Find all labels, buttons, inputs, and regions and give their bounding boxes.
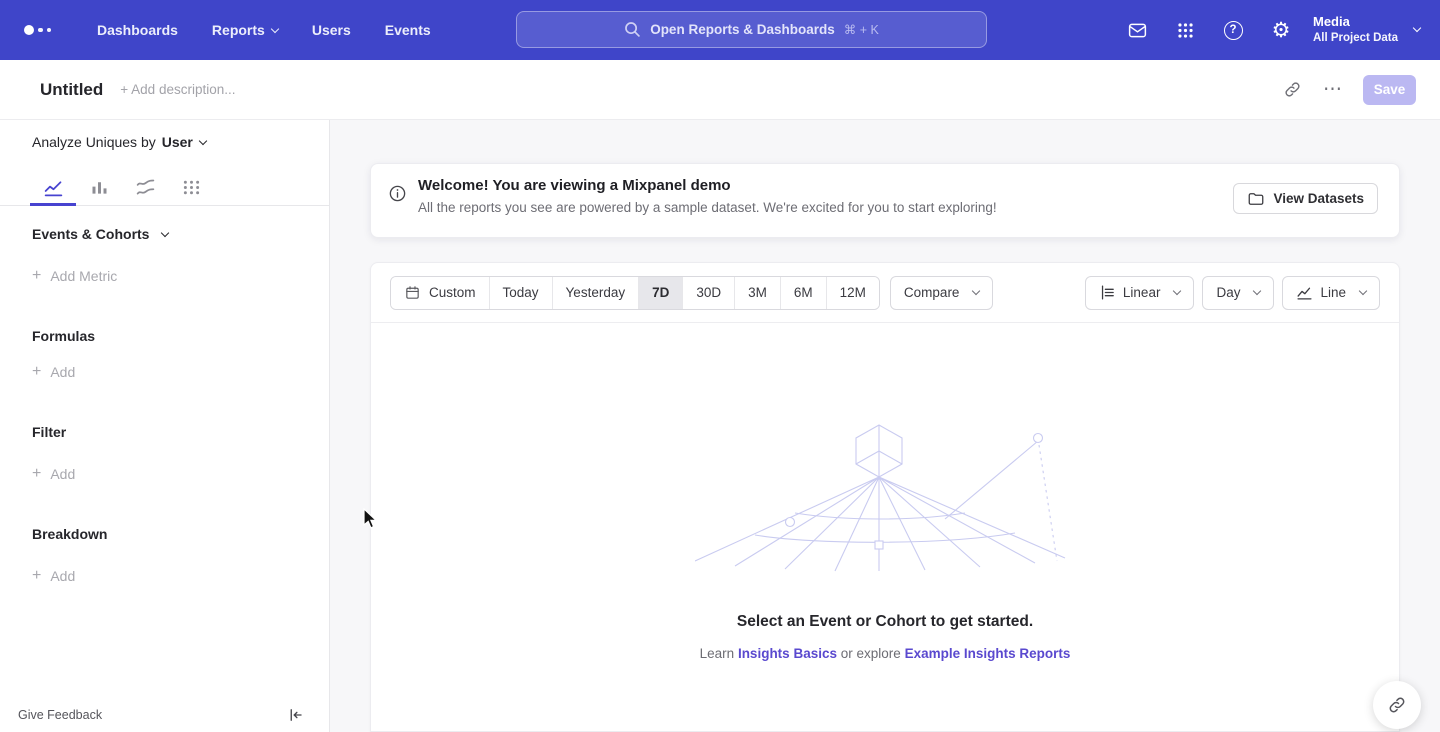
help-icon[interactable]: ? <box>1221 18 1245 42</box>
search-shortcut: ⌘ + K <box>844 22 879 37</box>
plus-icon: + <box>32 364 41 380</box>
nav-events[interactable]: Events <box>368 0 448 60</box>
search-icon <box>624 21 641 38</box>
mixpanel-logo-icon[interactable] <box>24 25 58 35</box>
logo-dot <box>24 25 34 35</box>
demo-welcome-banner: Welcome! You are viewing a Mixpanel demo… <box>370 163 1400 238</box>
date-range-3m[interactable]: 3M <box>734 277 780 309</box>
linear-scale-icon <box>1099 284 1116 301</box>
collapse-sidebar-icon[interactable] <box>286 706 304 724</box>
chevron-down-icon <box>972 287 980 295</box>
messages-icon[interactable] <box>1125 18 1149 42</box>
chart-tab-grid[interactable] <box>168 170 214 206</box>
granularity-dropdown[interactable]: Day <box>1202 276 1274 310</box>
analyze-uniques-row: Analyze Uniques by User <box>32 134 206 150</box>
view-datasets-button[interactable]: View Datasets <box>1233 183 1378 214</box>
link-icon <box>1387 695 1407 715</box>
breakdown-section: Breakdown <box>32 526 107 542</box>
chevron-down-icon <box>161 228 169 236</box>
chevron-down-icon <box>1359 287 1367 295</box>
report-header-actions: ⋯ Save <box>1283 75 1416 105</box>
filter-section: Filter <box>32 424 66 440</box>
add-metric-button[interactable]: + Add Metric <box>32 268 117 284</box>
project-selector[interactable]: Media All Project Data <box>1313 14 1420 46</box>
events-cohorts-section[interactable]: Events & Cohorts <box>32 226 168 242</box>
date-range-30d[interactable]: 30D <box>682 277 734 309</box>
query-builder-sidebar: Analyze Uniques by User Events & Cohorts… <box>0 120 330 732</box>
chart-tab-bar[interactable] <box>76 170 122 206</box>
date-range-yesterday[interactable]: Yesterday <box>552 277 639 309</box>
add-breakdown-button[interactable]: + Add <box>32 568 75 584</box>
chevron-down-icon <box>271 24 279 32</box>
give-feedback-link[interactable]: Give Feedback <box>18 708 102 722</box>
top-nav: Dashboards Reports Users Events Open Rep… <box>0 0 1440 60</box>
banner-body: All the reports you see are powered by a… <box>418 200 997 215</box>
date-range-6m[interactable]: 6M <box>780 277 826 309</box>
chevron-down-icon <box>1173 287 1181 295</box>
empty-state-title: Select an Event or Cohort to get started… <box>371 613 1399 631</box>
insights-basics-link[interactable]: Insights Basics <box>738 646 837 661</box>
search-placeholder: Open Reports & Dashboards <box>650 22 835 37</box>
plus-icon: + <box>32 466 41 482</box>
date-range-7d[interactable]: 7D <box>638 277 682 309</box>
insights-report-card: Custom Today Yesterday 7D 30D 3M 6M 12M … <box>370 262 1400 732</box>
date-range-12m[interactable]: 12M <box>826 277 879 309</box>
plus-icon: + <box>32 568 41 584</box>
question-mark-glyph: ? <box>1224 21 1243 40</box>
save-button[interactable]: Save <box>1363 75 1416 105</box>
chart-controls: Linear Day Line <box>1085 276 1380 310</box>
more-options-icon[interactable]: ⋯ <box>1323 80 1342 99</box>
global-search[interactable]: Open Reports & Dashboards ⌘ + K <box>516 11 987 48</box>
banner-title: Welcome! You are viewing a Mixpanel demo <box>418 177 731 194</box>
calendar-icon <box>404 284 421 301</box>
plus-icon: + <box>32 268 41 284</box>
chart-tab-stacked[interactable] <box>122 170 168 206</box>
chevron-down-icon <box>199 136 207 144</box>
top-nav-right: ? ⚙ Media All Project Data <box>1125 0 1420 60</box>
report-toolbar: Custom Today Yesterday 7D 30D 3M 6M 12M … <box>371 263 1399 323</box>
sidebar-footer: Give Feedback <box>0 698 330 732</box>
report-description-placeholder[interactable]: + Add description... <box>120 82 235 97</box>
folder-icon <box>1247 190 1265 208</box>
analyze-label: Analyze Uniques by <box>32 134 156 150</box>
report-header: Untitled + Add description... ⋯ Save <box>0 60 1440 120</box>
share-link-fab[interactable] <box>1373 681 1421 729</box>
scale-dropdown[interactable]: Linear <box>1085 276 1195 310</box>
settings-gear-icon[interactable]: ⚙ <box>1269 18 1293 42</box>
nav-reports[interactable]: Reports <box>195 0 295 60</box>
empty-state-subtitle: Learn Insights Basics or explore Example… <box>371 646 1399 661</box>
compare-button[interactable]: Compare <box>890 276 994 310</box>
chart-tab-line[interactable] <box>30 170 76 206</box>
example-insights-reports-link[interactable]: Example Insights Reports <box>905 646 1071 661</box>
chevron-down-icon <box>1413 24 1421 32</box>
nav-dashboards[interactable]: Dashboards <box>80 0 195 60</box>
logo-dot <box>47 28 52 33</box>
logo-dot <box>38 28 43 33</box>
date-range-today[interactable]: Today <box>489 277 552 309</box>
formulas-section: Formulas <box>32 328 95 344</box>
line-chart-icon <box>1296 284 1313 301</box>
analyze-by-dropdown[interactable]: User <box>162 134 206 150</box>
info-icon <box>388 184 407 208</box>
date-range-custom[interactable]: Custom <box>391 277 489 309</box>
add-filter-button[interactable]: + Add <box>32 466 75 482</box>
copy-link-icon[interactable] <box>1283 80 1302 99</box>
gear-glyph: ⚙ <box>1272 20 1291 41</box>
report-title[interactable]: Untitled <box>40 80 103 100</box>
primary-nav: Dashboards Reports Users Events <box>80 0 448 60</box>
chart-type-dropdown[interactable]: Line <box>1282 276 1380 310</box>
add-formula-button[interactable]: + Add <box>32 364 75 380</box>
apps-grid-icon[interactable] <box>1173 18 1197 42</box>
metric-type-tabs <box>0 170 330 206</box>
empty-state-illustration <box>695 423 1075 573</box>
chevron-down-icon <box>1253 287 1261 295</box>
project-scope: All Project Data <box>1313 31 1398 46</box>
date-range-segments: Custom Today Yesterday 7D 30D 3M 6M 12M <box>390 276 880 310</box>
nav-users[interactable]: Users <box>295 0 368 60</box>
project-name: Media <box>1313 14 1398 31</box>
main-content: Welcome! You are viewing a Mixpanel demo… <box>330 120 1440 732</box>
